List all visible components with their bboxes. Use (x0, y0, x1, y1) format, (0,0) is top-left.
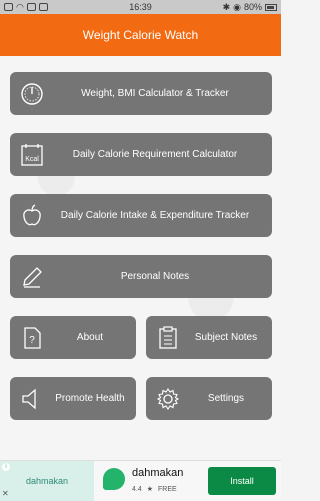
svg-text:?: ? (29, 335, 35, 346)
ad-rating: 4.4 (132, 485, 142, 493)
gauge-icon (20, 82, 44, 106)
weight-bmi-label: Weight, BMI Calculator & Tracker (81, 88, 229, 99)
notification-icon (4, 3, 13, 11)
ad-meta: 4.4 ★ FREE (132, 485, 177, 494)
kcal-text: Kcal (25, 156, 39, 163)
app-title: Weight Calorie Watch (82, 28, 199, 42)
battery-percent: 80% (243, 2, 262, 12)
status-bar: ◠ 16:39 ✱ ◉ 80% (0, 0, 281, 14)
main-menu: Weight, BMI Calculator & Tracker Kcal Da… (0, 56, 281, 460)
star-icon: ★ (146, 486, 154, 493)
ad-price: FREE (158, 485, 177, 493)
bluetooth-icon: ✱ (222, 1, 231, 12)
mail-icon (38, 3, 48, 11)
clipboard-icon (156, 325, 180, 350)
settings-button[interactable]: Settings (146, 377, 272, 420)
ad-thumbnail-text: dahmakan (25, 476, 69, 486)
ad-thumbnail[interactable]: dahmakan (0, 461, 94, 501)
ad-info-icon[interactable]: i (2, 463, 10, 471)
personal-notes-label: Personal Notes (120, 271, 190, 282)
calorie-requirement-button[interactable]: Kcal Daily Calorie Requirement Calculato… (10, 133, 272, 176)
subject-notes-button[interactable]: Subject Notes (146, 316, 272, 359)
ad-app-logo (103, 468, 125, 490)
gear-icon (156, 387, 180, 411)
promote-health-button[interactable]: Promote Health (10, 377, 136, 420)
weight-bmi-button[interactable]: Weight, BMI Calculator & Tracker (10, 72, 272, 115)
wifi-icon: ◠ (16, 1, 24, 12)
status-right-icons: ✱ ◉ 80% (223, 2, 277, 13)
battery-icon (265, 3, 277, 11)
ad-install-button[interactable]: Install (208, 467, 276, 495)
apple-icon (20, 203, 44, 228)
pencil-icon (20, 265, 44, 289)
ad-close-icon[interactable]: ✕ (2, 489, 9, 498)
status-left-icons: ◠ (4, 2, 48, 13)
calorie-intake-button[interactable]: Daily Calorie Intake & Expenditure Track… (10, 194, 272, 237)
about-button[interactable]: ? About (10, 316, 136, 359)
calorie-requirement-label: Daily Calorie Requirement Calculator (72, 149, 238, 160)
image-icon (26, 3, 36, 11)
ad-banner[interactable]: dahmakan i ✕ dahmakan 4.4 ★ FREE Install (0, 460, 281, 501)
calendar-kcal-icon: Kcal (20, 143, 44, 167)
status-time: 16:39 (129, 2, 152, 12)
app-bar: Weight Calorie Watch (0, 14, 281, 56)
calorie-intake-label: Daily Calorie Intake & Expenditure Track… (60, 210, 250, 221)
eye-icon: ◉ (233, 1, 241, 12)
ad-app-name: dahmakan (132, 467, 184, 479)
question-document-icon: ? (20, 326, 44, 350)
personal-notes-button[interactable]: Personal Notes (10, 255, 272, 298)
speaker-icon (20, 387, 44, 411)
